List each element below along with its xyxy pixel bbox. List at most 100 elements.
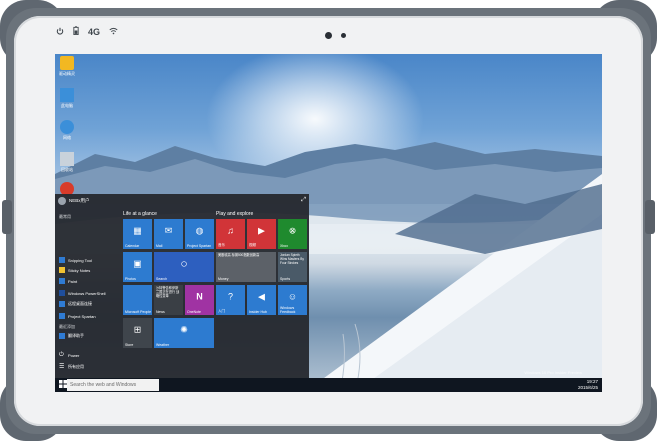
tile-onenote[interactable]: N OneNote [185,285,214,315]
os-watermark: Windows 10 Pro Insider Preview [524,370,582,375]
app-powershell[interactable]: Windows PowerShell [59,290,106,296]
driver-genius-icon [60,56,74,70]
tile-insider-hub[interactable]: ◀ Insider Hub [247,285,276,315]
news-headline: 沙特警告称伊斯兰国正在进行 战略性变革 [156,286,180,298]
tile-label: Weather [156,343,170,347]
light-sensor [341,33,346,38]
tile-label: Insider Hub [249,310,267,314]
tile-windows-feedback[interactable]: ☺ Windows Feedback [278,285,307,315]
tile-mail[interactable]: ✉ Mail [154,219,183,249]
tile-label: 入门 [218,309,225,313]
app-project-spartan[interactable]: Project Spartan [59,313,96,319]
desktop-icon-recycle-bin[interactable]: 回收站 [57,152,77,173]
cortana-ring-icon: ○ [180,256,188,271]
desktop-icon-label: 驱动精灵 [59,71,75,76]
tile-group-life: Life at a glance [123,211,157,217]
palette-icon [59,278,65,284]
app-remote-desktop[interactable]: 远程桌面连接 [59,301,92,307]
tile-weather[interactable]: ✺ Weather [154,318,214,348]
tablet-frame: 4G 驱动精灵 此电脑 网络 回收站 NEBx用户 最常用 Snipping T… [0,0,657,441]
desktop-icon-label: 回收站 [61,167,73,172]
tile-music[interactable]: ♫ 音乐 [216,219,245,249]
4g-label: 4G [88,26,101,37]
start-menu-app-list: NEBx用户 最常用 Snipping Tool Sticky Notes Pa… [55,194,121,378]
tile-money[interactable]: 美股收高 标普500指数创新高 Money [216,252,276,282]
power-label: Power [68,352,80,358]
video-icon: ▶ [258,225,265,236]
power-button[interactable]: ⏻ Power [59,352,79,358]
clock-date: 2015/6/25 [577,385,598,390]
sun-icon: ✺ [180,324,188,335]
sports-headline: Jordan Spieth Wins Masters By Four Strok… [280,253,304,265]
device-status-icons: 4G [56,26,118,37]
tile-label: Money [218,277,229,281]
windows-logo-icon [59,380,67,388]
calendar-icon: ▦ [133,225,142,236]
tile-store[interactable]: ⊞ Store [123,318,152,348]
tile-project-spartan[interactable]: ◍ Project Spartan [185,219,214,249]
battery-icon [73,26,79,37]
tile-people[interactable]: Microsoft People [123,285,152,315]
network-globe-icon [60,120,74,134]
tile-photos[interactable]: ▣ Photos [123,252,152,282]
mail-icon: ✉ [164,225,173,236]
computer-icon [60,88,74,102]
tile-news[interactable]: 沙特警告称伊斯兰国正在进行 战略性变革 News [154,285,183,315]
section-most-used: 最常用 [59,214,71,219]
tile-calendar[interactable]: ▦ Calendar [123,219,152,249]
app-label: Paint [68,278,78,284]
note-icon [59,267,65,273]
app-icon [59,333,65,339]
tile-label: 视频 [249,243,256,247]
tile-label: Photos [125,277,136,281]
tile-sports[interactable]: Jordan Spieth Wins Masters By Four Strok… [278,252,307,282]
tile-label: Microsoft People [125,310,152,314]
user-name: NEBx用户 [69,198,90,203]
desktop-icon-label: 网络 [63,135,71,140]
app-label: Sticky Notes [68,267,91,273]
app-label: Project Spartan [68,313,96,319]
megaphone-icon: ◀ [258,291,265,302]
tile-xbox[interactable]: ⊗ Xbox [278,219,307,249]
taskbar-clock[interactable]: 19:27 2015/6/25 [578,379,598,391]
recycle-bin-icon [60,152,74,166]
screen: 驱动精灵 此电脑 网络 回收站 QQ NEBx用户 最常用 [55,54,602,392]
side-clip-right [645,200,655,234]
app-label: Snipping Tool [68,257,92,263]
tile-label: Sports [280,277,291,281]
tile-label: Search [156,277,168,281]
money-headline: 美股收高 标普500指数创新高 [218,253,260,257]
globe-icon [59,313,65,319]
question-icon: ? [227,291,234,302]
tile-label: Calendar [125,244,140,248]
tile-label: 音乐 [218,243,225,247]
tile-label: Xbox [280,244,288,248]
app-label: 翻译助手 [68,333,84,338]
globe-icon: ◍ [195,225,204,236]
app-recent-1[interactable]: 翻译助手 [59,333,84,339]
user-avatar [58,197,66,205]
xbox-icon: ⊗ [288,225,297,236]
expand-start-icon[interactable]: ⤢ [301,197,306,204]
app-label: Windows PowerShell [68,290,106,296]
start-user-account[interactable]: NEBx用户 [58,197,90,205]
all-apps-button[interactable]: ☰ 所有应用 [59,364,84,370]
taskbar-search-box[interactable]: Search the web and Windows [67,379,159,391]
desktop-icon-this-pc[interactable]: 此电脑 [57,88,77,109]
tile-label: News [156,310,165,314]
tile-label: Mail [156,244,163,248]
taskbar: Search the web and Windows 19:27 2015/6/… [55,378,602,392]
list-icon: ☰ [59,364,65,370]
desktop-icon-label: 此电脑 [61,103,73,108]
tile-video[interactable]: ▶ 视频 [247,219,276,249]
tile-cortana[interactable]: ○ Search [154,252,214,282]
desktop-icon-driver-genius[interactable]: 驱动精灵 [57,56,77,77]
app-snipping-tool[interactable]: Snipping Tool [59,257,92,263]
desktop-icon-network[interactable]: 网络 [57,120,77,141]
app-sticky-notes[interactable]: Sticky Notes [59,267,90,273]
front-camera [325,32,332,39]
tile-label: Windows Feedback [280,306,296,314]
tile-label: Project Spartan [187,244,212,248]
tile-get-started[interactable]: ? 入门 [216,285,245,315]
app-paint[interactable]: Paint [59,278,77,284]
